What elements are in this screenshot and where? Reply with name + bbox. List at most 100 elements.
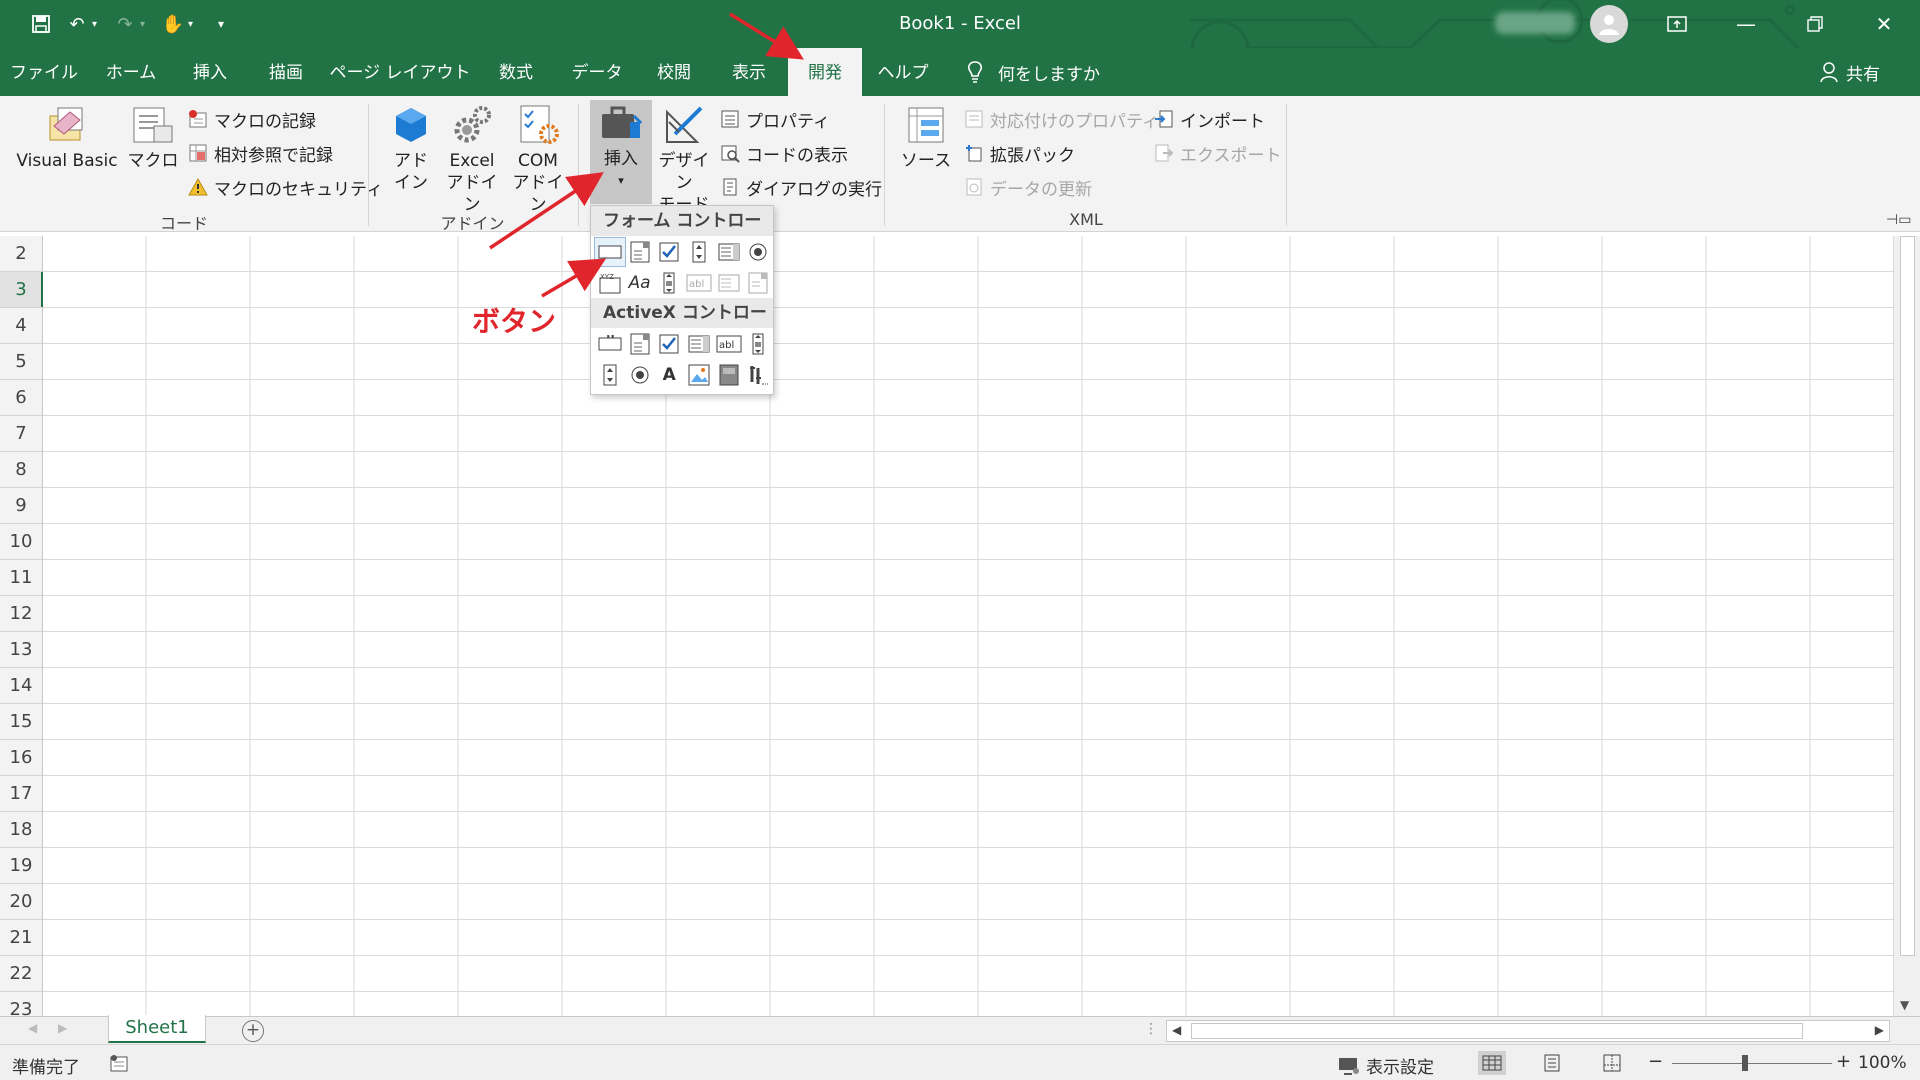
design-mode-button[interactable]: デザイン モード xyxy=(654,102,714,216)
tab-page-layout[interactable]: ページ レイアウト xyxy=(326,48,474,96)
redo-dropdown-icon[interactable]: ▾ xyxy=(140,19,152,30)
tab-file[interactable]: ファイル xyxy=(0,48,88,96)
form-button-control-icon[interactable] xyxy=(594,236,626,267)
xml-source-button[interactable]: ソース xyxy=(896,102,956,172)
scroll-right-arrow-icon[interactable]: ▶ xyxy=(1875,1023,1884,1037)
activex-toggle-button-icon[interactable] xyxy=(714,361,744,389)
activex-checkbox-icon[interactable] xyxy=(654,330,684,358)
form-spin-button-icon[interactable] xyxy=(684,238,714,266)
row-header[interactable]: 12 xyxy=(0,596,42,632)
row-header[interactable]: 23 xyxy=(0,992,42,1016)
view-code-button[interactable]: コードの表示 xyxy=(720,140,848,166)
export-button[interactable]: エクスポート xyxy=(1154,140,1282,166)
undo-icon[interactable]: ↶ xyxy=(62,10,92,38)
row-header[interactable]: 15 xyxy=(0,704,42,740)
tab-help[interactable]: ヘルプ xyxy=(866,48,940,96)
macro-record-status-icon[interactable] xyxy=(110,1054,130,1077)
row-header[interactable]: 11 xyxy=(0,560,42,596)
expansion-packs-button[interactable]: 拡張パック xyxy=(964,140,1075,166)
activex-image-icon[interactable] xyxy=(684,361,714,389)
zoom-slider-thumb[interactable] xyxy=(1742,1055,1748,1071)
run-dialog-button[interactable]: ダイアログの実行 xyxy=(720,174,882,200)
excel-addins-button[interactable]: Excel アドイン xyxy=(440,102,504,216)
customize-qat-icon[interactable]: ▾ xyxy=(206,10,236,38)
row-header[interactable]: 9 xyxy=(0,488,42,524)
tab-draw[interactable]: 描画 xyxy=(250,48,322,96)
scroll-down-arrow-icon[interactable]: ▼ xyxy=(1900,998,1909,1012)
row-header[interactable]: 16 xyxy=(0,740,42,776)
form-combo-list-icon[interactable] xyxy=(714,269,744,297)
ribbon-display-icon[interactable] xyxy=(1643,0,1711,48)
form-checkbox-icon[interactable] xyxy=(654,238,684,266)
touch-mode-dropdown-icon[interactable]: ▾ xyxy=(188,19,200,30)
insert-controls-button[interactable]: 挿入 ▾ xyxy=(590,100,652,204)
row-header[interactable]: 2 xyxy=(0,236,42,272)
record-macro-button[interactable]: マクロの記録 xyxy=(188,106,316,132)
vertical-scrollbar[interactable]: ▼ xyxy=(1893,236,1920,1016)
restore-icon[interactable] xyxy=(1781,0,1849,48)
tab-review[interactable]: 校閲 xyxy=(638,48,710,96)
tab-formulas[interactable]: 数式 xyxy=(480,48,552,96)
minimize-icon[interactable]: — xyxy=(1712,0,1780,48)
zoom-slider-track[interactable] xyxy=(1672,1063,1832,1064)
row-header[interactable]: 22 xyxy=(0,956,42,992)
activex-spin-button-icon[interactable] xyxy=(595,361,625,389)
undo-dropdown-icon[interactable]: ▾ xyxy=(92,19,104,30)
activex-list-box-icon[interactable] xyxy=(684,330,714,358)
display-settings-button[interactable]: 表示設定 xyxy=(1338,1053,1434,1078)
redo-icon[interactable]: ↷ xyxy=(110,10,140,38)
relative-reference-button[interactable]: 相対参照で記録 xyxy=(188,140,333,166)
form-text-field-icon[interactable]: abl xyxy=(684,269,714,297)
map-properties-button[interactable]: 対応付けのプロパティ xyxy=(964,106,1159,132)
tab-split-handle-icon[interactable]: ⋮ xyxy=(1144,1021,1158,1037)
zoom-out-button[interactable]: − xyxy=(1648,1051,1663,1072)
row-header[interactable]: 18 xyxy=(0,812,42,848)
activex-command-button-icon[interactable] xyxy=(595,330,625,358)
horizontal-scroll-thumb[interactable] xyxy=(1191,1023,1803,1039)
avatar[interactable] xyxy=(1590,5,1628,43)
row-header[interactable]: 17 xyxy=(0,776,42,812)
share-button[interactable]: 共有 xyxy=(1820,48,1880,96)
activex-text-box-icon[interactable]: abl xyxy=(714,330,744,358)
addins-button[interactable]: アド イン xyxy=(384,102,438,194)
tab-developer[interactable]: 開発 xyxy=(788,48,862,96)
form-group-box-icon[interactable]: XYZ xyxy=(595,269,625,297)
activex-scroll-bar-icon[interactable] xyxy=(743,330,773,358)
zoom-level[interactable]: 100% xyxy=(1858,1053,1907,1073)
row-header[interactable]: 6 xyxy=(0,380,42,416)
row-header[interactable]: 14 xyxy=(0,668,42,704)
tab-view[interactable]: 表示 xyxy=(712,48,786,96)
zoom-in-button[interactable]: + xyxy=(1836,1051,1851,1072)
form-combo-dropdown-icon[interactable] xyxy=(743,269,773,297)
row-header[interactable]: 4 xyxy=(0,308,42,344)
activex-label-icon[interactable]: A xyxy=(654,361,684,389)
scroll-left-arrow-icon[interactable]: ◀ xyxy=(1172,1023,1181,1037)
refresh-data-button[interactable]: データの更新 xyxy=(964,174,1092,200)
worksheet-grid[interactable]: 2 3 4 5 6 7 8 9 10 11 12 13 14 15 16 17 … xyxy=(0,236,1920,1016)
row-header[interactable]: 21 xyxy=(0,920,42,956)
vertical-scroll-thumb[interactable] xyxy=(1900,236,1915,956)
close-icon[interactable]: ✕ xyxy=(1850,0,1918,48)
row-header[interactable]: 19 xyxy=(0,848,42,884)
visual-basic-button[interactable]: Visual Basic xyxy=(12,102,122,172)
normal-view-icon[interactable] xyxy=(1478,1051,1506,1075)
page-break-view-icon[interactable] xyxy=(1598,1051,1626,1075)
prev-sheet-arrow-icon[interactable]: ◀ xyxy=(28,1021,37,1035)
pin-ribbon-icon[interactable]: ⊣▭ xyxy=(1886,212,1911,228)
row-header[interactable]: 13 xyxy=(0,632,42,668)
touch-mode-icon[interactable]: ✋ xyxy=(158,10,188,38)
account-name-blurred[interactable] xyxy=(1495,12,1575,34)
com-addins-button[interactable]: COM アドイン xyxy=(506,102,570,216)
macro-button[interactable]: マクロ xyxy=(126,102,180,172)
activex-combo-box-icon[interactable] xyxy=(625,330,655,358)
tell-me-search[interactable]: 何をしますか xyxy=(966,48,1100,96)
tab-home[interactable]: ホーム xyxy=(92,48,170,96)
horizontal-scrollbar[interactable]: ◀ ▶ xyxy=(1166,1020,1890,1042)
form-list-box-icon[interactable] xyxy=(714,238,744,266)
form-option-button-icon[interactable] xyxy=(743,238,773,266)
form-combo-box-icon[interactable] xyxy=(625,238,655,266)
row-header-selected[interactable]: 3 xyxy=(0,272,43,308)
activex-option-button-icon[interactable] xyxy=(625,361,655,389)
row-header[interactable]: 8 xyxy=(0,452,42,488)
tab-insert[interactable]: 挿入 xyxy=(174,48,246,96)
